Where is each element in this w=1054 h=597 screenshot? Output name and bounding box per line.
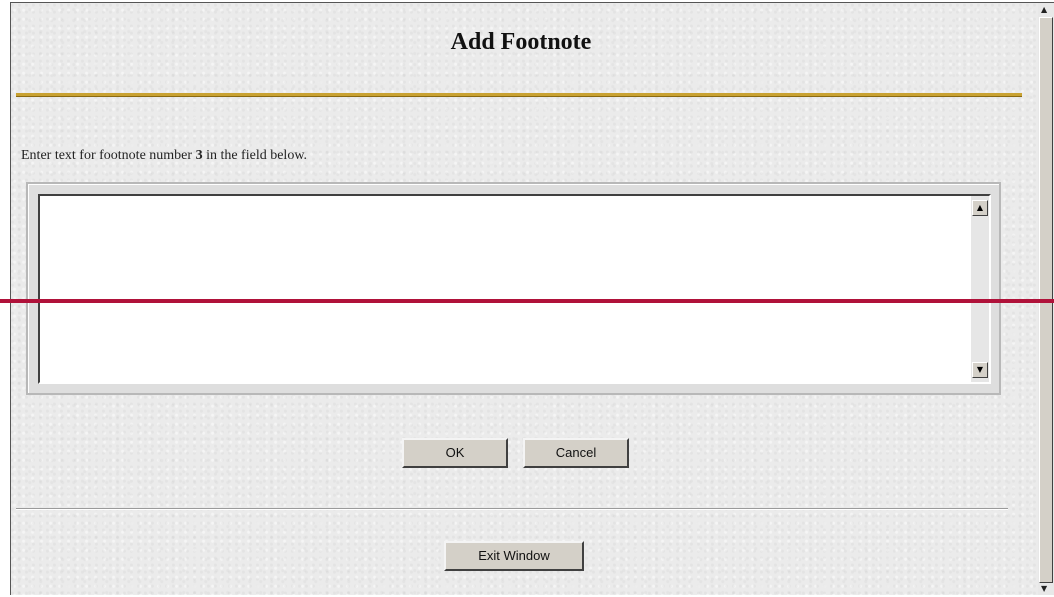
instruction-suffix: in the field below. [202, 148, 308, 163]
ok-button[interactable]: OK [402, 438, 508, 468]
footnote-number: 3 [195, 148, 203, 163]
instruction-prefix: Enter text for footnote number [21, 148, 196, 163]
footnote-field-frame: ▲ ▼ [26, 182, 1001, 395]
instruction-text: Enter text for footnote number 3 in the … [21, 148, 307, 164]
scroll-up-arrow-icon[interactable]: ▲ [972, 200, 988, 216]
page-scroll-up-icon[interactable]: ▲ [1041, 5, 1047, 15]
section-divider [16, 508, 1008, 510]
title-divider [16, 93, 1022, 97]
footnote-text-input[interactable] [38, 194, 991, 384]
cancel-button[interactable]: Cancel [523, 438, 629, 468]
exit-window-button[interactable]: Exit Window [444, 541, 584, 571]
scroll-down-arrow-icon[interactable]: ▼ [972, 362, 988, 378]
page-scroll-down-icon[interactable]: ▼ [1041, 584, 1047, 594]
footnote-textarea-scrollbar[interactable]: ▲ ▼ [971, 196, 989, 382]
page-title: Add Footnote [450, 29, 592, 55]
overlay-red-line [0, 299, 1054, 303]
